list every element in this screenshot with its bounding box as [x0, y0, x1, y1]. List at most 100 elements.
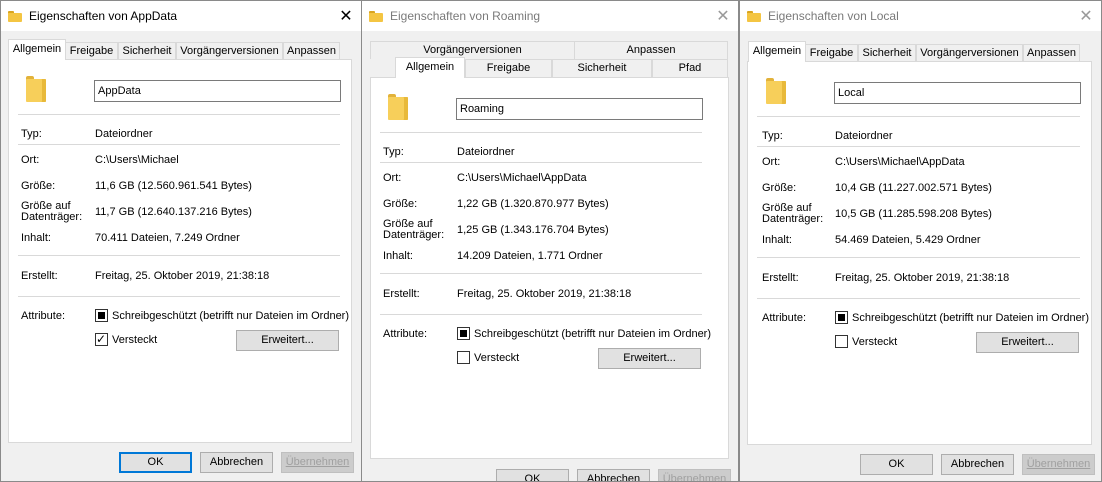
hidden-checkbox[interactable]: [457, 351, 470, 364]
tab-anpassen[interactable]: Anpassen: [1023, 44, 1080, 62]
general-panel: AppData Typ: Dateiordner Ort: C:\Users\M…: [8, 59, 352, 443]
cancel-button[interactable]: Abbrechen: [200, 452, 273, 473]
folder-name-input[interactable]: AppData: [94, 80, 341, 102]
separator: [757, 298, 1080, 299]
label-erstellt: Erstellt:: [762, 272, 799, 284]
value-erstellt: Freitag, 25. Oktober 2019, 21:38:18: [835, 272, 1010, 284]
title-bar[interactable]: Eigenschaften von Local ✕: [740, 1, 1101, 31]
label-ort: Ort:: [383, 172, 402, 184]
advanced-button[interactable]: Erweitert...: [598, 348, 701, 369]
hidden-label[interactable]: Versteckt: [112, 334, 157, 346]
readonly-checkbox[interactable]: [835, 311, 848, 324]
general-panel: Roaming Typ: Dateiordner Ort: C:\Users\M…: [370, 77, 729, 459]
separator: [380, 314, 702, 315]
tab-sicherheit[interactable]: Sicherheit: [858, 44, 916, 62]
title-bar[interactable]: Eigenschaften von AppData ✕: [1, 1, 361, 31]
value-ort: C:\Users\Michael\AppData: [457, 172, 587, 184]
folder-icon: [369, 10, 383, 22]
tab-freigabe[interactable]: Freigabe: [465, 59, 552, 77]
properties-window-local: Eigenschaften von Local ✕ Allgemein Frei…: [739, 0, 1102, 482]
value-ort: C:\Users\Michael: [95, 154, 179, 166]
close-icon[interactable]: ✕: [1071, 1, 1101, 31]
readonly-label[interactable]: Schreibgeschützt (betrifft nur Dateien i…: [852, 312, 1089, 324]
readonly-checkbox[interactable]: [95, 309, 108, 322]
tab-anpassen[interactable]: Anpassen: [283, 42, 340, 60]
hidden-label[interactable]: Versteckt: [852, 336, 897, 348]
label-typ: Typ:: [383, 146, 404, 158]
label-typ: Typ:: [21, 128, 42, 140]
tab-sicherheit[interactable]: Sicherheit: [552, 59, 652, 77]
close-icon[interactable]: ✕: [331, 1, 361, 31]
tab-allgemein[interactable]: Allgemein: [395, 57, 465, 78]
close-icon[interactable]: ✕: [708, 1, 738, 31]
tab-anpassen[interactable]: Anpassen: [574, 41, 728, 59]
label-groesse: Größe:: [383, 198, 418, 210]
window-title: Eigenschaften von Roaming: [390, 9, 541, 23]
folder-name-input[interactable]: Local: [834, 82, 1081, 104]
folder-icon: [26, 76, 48, 102]
label-groesse: Größe:: [21, 180, 56, 192]
value-typ: Dateiordner: [95, 128, 153, 140]
ok-button[interactable]: OK: [119, 452, 192, 473]
label-ort: Ort:: [21, 154, 40, 166]
window-title: Eigenschaften von Local: [768, 9, 899, 23]
tab-freigabe[interactable]: Freigabe: [65, 42, 118, 60]
folder-name-input[interactable]: Roaming: [456, 98, 703, 120]
tab-freigabe[interactable]: Freigabe: [805, 44, 858, 62]
properties-window-roaming: Eigenschaften von Roaming ✕ Vorgängerver…: [361, 0, 739, 482]
apply-button[interactable]: Übernehmen: [658, 469, 731, 481]
ok-button[interactable]: OK: [860, 454, 933, 475]
tab-vorgaengerversionen[interactable]: Vorgängerversionen: [916, 44, 1023, 62]
value-groesse-auf: 1,25 GB (1.343.176.704 Bytes): [457, 224, 609, 236]
value-ort: C:\Users\Michael\AppData: [835, 156, 965, 168]
readonly-label[interactable]: Schreibgeschützt (betrifft nur Dateien i…: [112, 310, 349, 322]
separator: [757, 257, 1080, 258]
label-attribute: Attribute:: [21, 310, 66, 322]
cancel-button[interactable]: Abbrechen: [577, 469, 650, 481]
advanced-button[interactable]: Erweitert...: [236, 330, 339, 351]
separator: [380, 273, 702, 274]
tab-sicherheit[interactable]: Sicherheit: [118, 42, 176, 60]
hidden-checkbox[interactable]: [95, 331, 108, 347]
label-ort: Ort:: [762, 156, 781, 168]
separator: [757, 116, 1080, 117]
readonly-label[interactable]: Schreibgeschützt (betrifft nur Dateien i…: [474, 328, 711, 340]
label-erstellt: Erstellt:: [383, 288, 420, 300]
value-groesse-auf: 11,7 GB (12.640.137.216 Bytes): [95, 206, 252, 218]
tab-vorgaengerversionen[interactable]: Vorgängerversionen: [176, 42, 283, 60]
advanced-button[interactable]: Erweitert...: [976, 332, 1079, 353]
label-inhalt: Inhalt:: [762, 234, 792, 246]
general-panel: Local Typ: Dateiordner Ort: C:\Users\Mic…: [747, 61, 1092, 445]
hidden-label[interactable]: Versteckt: [474, 352, 519, 364]
value-erstellt: Freitag, 25. Oktober 2019, 21:38:18: [95, 270, 270, 282]
label-groesse-auf-line2: Datenträger:: [762, 213, 824, 225]
separator: [18, 255, 340, 256]
hidden-checkbox[interactable]: [835, 335, 848, 348]
separator: [18, 114, 340, 115]
label-erstellt: Erstellt:: [21, 270, 58, 282]
label-attribute: Attribute:: [383, 328, 428, 340]
value-groesse: 11,6 GB (12.560.961.541 Bytes): [95, 180, 252, 192]
value-erstellt: Freitag, 25. Oktober 2019, 21:38:18: [457, 288, 632, 300]
label-groesse: Größe:: [762, 182, 797, 194]
tab-allgemein[interactable]: Allgemein: [748, 41, 806, 62]
label-inhalt: Inhalt:: [21, 232, 51, 244]
value-inhalt: 54.469 Dateien, 5.429 Ordner: [835, 234, 981, 246]
folder-icon: [8, 10, 22, 22]
value-groesse-auf: 10,5 GB (11.285.598.208 Bytes): [835, 208, 992, 220]
title-bar[interactable]: Eigenschaften von Roaming ✕: [362, 1, 738, 31]
folder-icon: [747, 10, 761, 22]
value-groesse: 10,4 GB (11.227.002.571 Bytes): [835, 182, 992, 194]
tab-pfad[interactable]: Pfad: [652, 59, 728, 77]
ok-button[interactable]: OK: [496, 469, 569, 481]
label-typ: Typ:: [762, 130, 783, 142]
readonly-checkbox[interactable]: [457, 327, 470, 340]
value-inhalt: 70.411 Dateien, 7.249 Ordner: [95, 232, 240, 244]
separator: [380, 162, 702, 163]
apply-button[interactable]: Übernehmen: [281, 452, 354, 473]
value-typ: Dateiordner: [835, 130, 893, 142]
tab-allgemein[interactable]: Allgemein: [8, 39, 66, 60]
separator: [757, 146, 1080, 147]
apply-button[interactable]: Übernehmen: [1022, 454, 1095, 475]
cancel-button[interactable]: Abbrechen: [941, 454, 1014, 475]
